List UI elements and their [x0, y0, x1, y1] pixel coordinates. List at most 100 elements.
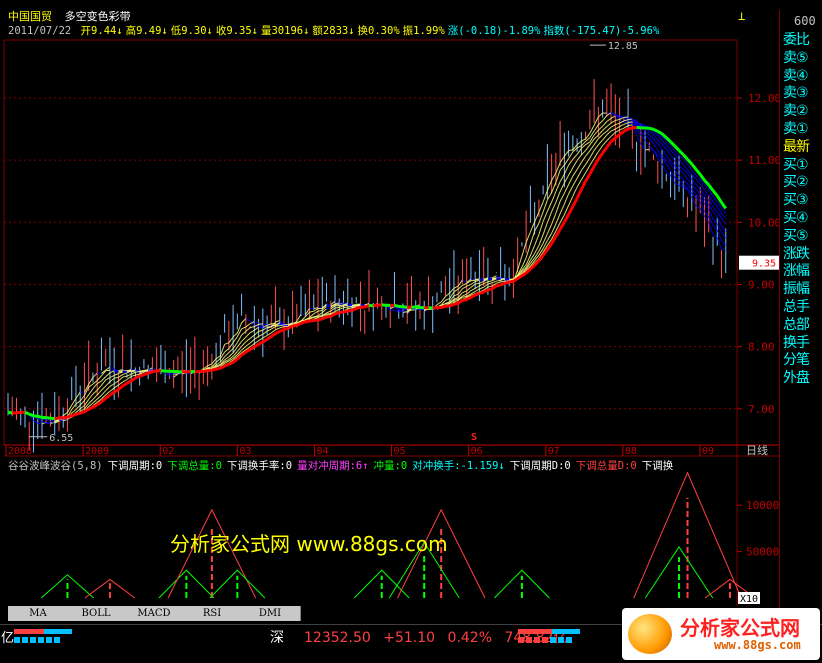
- ribbon-segment: [92, 372, 98, 378]
- ribbon-segment: [704, 194, 710, 201]
- ribbon-segment: [402, 311, 408, 313]
- ribbon-segment: [279, 326, 285, 329]
- ribbon-segment: [576, 148, 582, 155]
- ribbon-segment: [623, 122, 629, 125]
- ribbon-segment: [691, 184, 697, 190]
- kline-chart[interactable]: 12.00 11.00 10.00 9.00 8.00 7.00 2008 2009 02 03…: [0, 0, 779, 606]
- ribbon-segment: [589, 150, 595, 159]
- trend-line-segment: [657, 130, 663, 136]
- period-label: 日线: [746, 443, 768, 457]
- ribbon-segment: [606, 117, 612, 122]
- quote-panel-item: 外盘: [783, 370, 810, 387]
- ribbon-segment: [109, 383, 115, 387]
- ribbon-segment: [92, 389, 98, 395]
- logo-title: 分析家公式网: [680, 616, 800, 640]
- ribbon-segment: [546, 180, 553, 191]
- ribbon-segment: [79, 405, 85, 410]
- ribbon-segment: [615, 119, 620, 121]
- ribbon-segment: [568, 149, 573, 152]
- ribbon-segment: [704, 216, 710, 223]
- ribbon-segment: [105, 377, 111, 381]
- x-tick-label: 03: [239, 446, 251, 457]
- indicator-value: 对冲换手:-1.159↓: [412, 460, 505, 472]
- logo-url: www.88gs.com: [714, 638, 801, 652]
- trend-line-segment: [109, 390, 116, 397]
- last-price-label: 9.35: [752, 259, 776, 270]
- y-tick-label: 11.00: [748, 154, 779, 167]
- tab-dmi[interactable]: DMI: [240, 606, 301, 621]
- ribbon-segment: [580, 172, 587, 180]
- ribbon-segment: [457, 279, 463, 287]
- ribbon-segment: [228, 336, 234, 344]
- y-tick-label: 9.00: [748, 278, 775, 291]
- ribbon-segment: [721, 248, 726, 251]
- ribbon-segment: [568, 195, 574, 206]
- tab-macd[interactable]: MACD: [124, 606, 185, 621]
- ribbon-segment: [670, 154, 676, 162]
- trend-line-segment: [453, 301, 459, 306]
- trend-line-segment: [24, 410, 30, 416]
- tab-rsi[interactable]: RSI: [182, 606, 243, 621]
- indicator-value: 下调换: [641, 460, 674, 472]
- tab-boll[interactable]: BOLL: [66, 606, 127, 621]
- ribbon-segment: [262, 330, 268, 335]
- trend-line-segment: [126, 379, 132, 385]
- ribbon-segment: [496, 279, 501, 282]
- ribbon-segment: [75, 391, 81, 399]
- ribbon-segment: [525, 231, 531, 243]
- ribbon-segment: [615, 129, 620, 133]
- ribbon-segment: [249, 329, 255, 334]
- trend-line-segment: [139, 373, 145, 378]
- ribbon-segment: [215, 358, 221, 363]
- ribbon-segment: [228, 348, 234, 353]
- ribbon-segment: [411, 309, 416, 311]
- trend-line-segment: [279, 328, 285, 333]
- ribbon-segment: [479, 286, 484, 290]
- ribbon-segment: [75, 400, 81, 405]
- trend-line-segment: [623, 127, 629, 133]
- trend-line-segment: [715, 195, 723, 204]
- ribbon-segment: [644, 135, 650, 139]
- ribbon-segment: [224, 342, 230, 345]
- ribbon-segment: [109, 366, 115, 370]
- x-tick-label: 04: [316, 446, 328, 457]
- trend-line-segment: [104, 393, 111, 400]
- tab-ma[interactable]: MA: [8, 606, 69, 621]
- y-tick-label: 10.00: [748, 216, 779, 229]
- trend-line-segment: [351, 307, 357, 312]
- trend-line-segment: [334, 311, 340, 316]
- ribbon-segment: [678, 168, 684, 174]
- trend-line-segment: [219, 364, 226, 370]
- ribbon-segment: [487, 280, 493, 283]
- trend-line-segment: [703, 179, 710, 186]
- ribbon-segment: [721, 225, 727, 232]
- ribbon-segment: [585, 144, 591, 151]
- ribbon-segment: [568, 175, 574, 185]
- ribbon-segment: [538, 221, 544, 235]
- trend-line-segment: [7, 410, 13, 415]
- trend-line-segment: [533, 259, 540, 267]
- ribbon-segment: [245, 318, 251, 322]
- ribbon-segment: [678, 165, 684, 170]
- ribbon-segment: [109, 377, 115, 383]
- ribbon-segment: [589, 144, 595, 152]
- wave-peak: [644, 546, 714, 599]
- ribbon-segment: [602, 140, 608, 146]
- ribbon-segment: [598, 120, 603, 126]
- ribbon-segment: [215, 355, 221, 360]
- trend-line-segment: [466, 295, 472, 301]
- ribbon-segment: [317, 309, 323, 312]
- ribbon-segment: [610, 115, 616, 119]
- ribbon-segment: [105, 372, 111, 378]
- ribbon-segment: [415, 308, 421, 311]
- ribbon-segment: [96, 389, 102, 396]
- ribbon-segment: [131, 374, 136, 377]
- ribbon-segment: [266, 328, 272, 332]
- x-tick-label: 06: [471, 446, 483, 457]
- ribbon-segment: [636, 133, 642, 145]
- trend-line-segment: [669, 140, 676, 148]
- ribbon-segment: [241, 341, 247, 347]
- ribbon-segment: [674, 160, 680, 167]
- trend-line-segment: [584, 173, 592, 183]
- ribbon-segment: [674, 169, 680, 176]
